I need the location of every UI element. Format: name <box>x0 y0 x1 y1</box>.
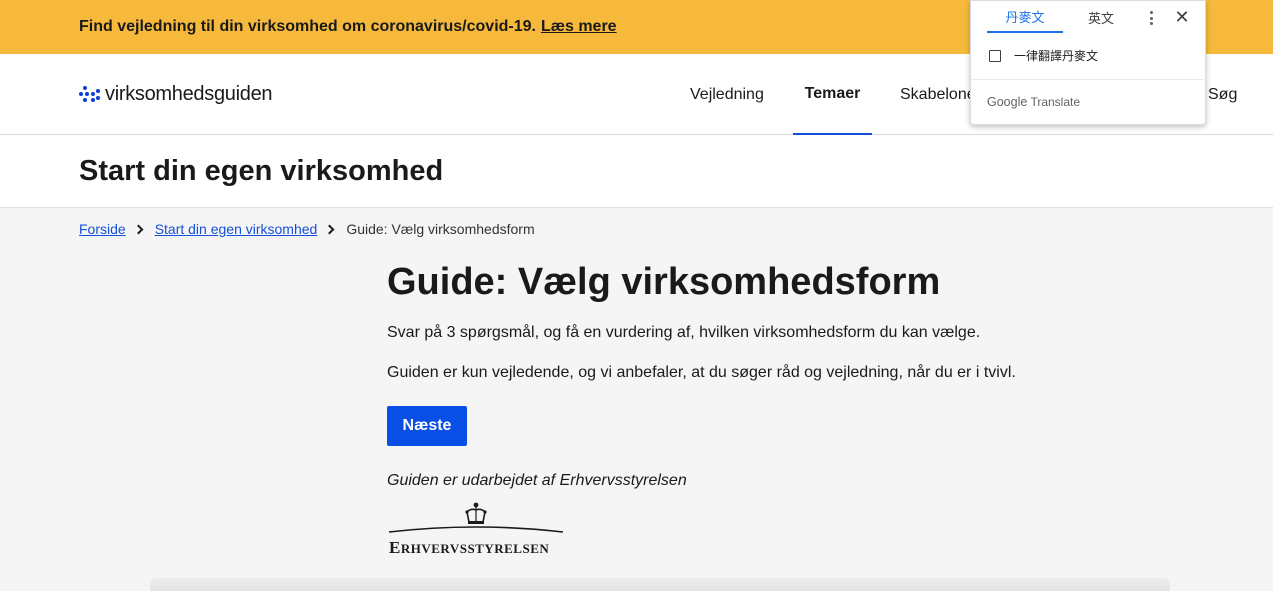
always-translate-label: 一律翻譯丹麥文 <box>1014 49 1099 63</box>
always-translate-option[interactable]: 一律翻譯丹麥文 <box>989 47 1098 64</box>
crown-icon <box>388 502 564 533</box>
always-translate-checkbox[interactable] <box>989 49 1001 62</box>
google-translate-brand: Google Translate <box>987 95 1080 109</box>
nav-item-temaer[interactable]: Temaer <box>793 54 872 135</box>
breadcrumb-start-virksomhed[interactable]: Start din egen virksomhed <box>155 221 318 237</box>
translate-tab-target[interactable]: 英文 <box>1063 1 1139 33</box>
site-logo[interactable]: virksomhedsguiden <box>79 83 273 106</box>
credit-text: Guiden er udarbejdet af Erhvervsstyrelse… <box>387 472 687 489</box>
nav-item-vejledning[interactable]: Vejledning <box>690 54 764 135</box>
next-button[interactable]: Næste <box>387 406 467 446</box>
translate-popup: 丹麥文 英文 ✕ 一律翻譯丹麥文 Google Translate <box>970 0 1207 125</box>
agency-name: ERHVERVSSTYRELSEN <box>389 538 550 557</box>
bottom-card-edge <box>150 578 1170 591</box>
translate-tab-source[interactable]: 丹麥文 <box>987 1 1063 33</box>
page-title: Start din egen virksomhed <box>79 155 444 187</box>
more-vert-icon[interactable] <box>1143 9 1159 27</box>
logo-dots-icon <box>79 85 101 104</box>
google-brand-text: Google <box>987 95 1028 109</box>
erhvervsstyrelsen-logo: ERHVERVSSTYRELSEN <box>387 500 565 557</box>
banner-read-more-link[interactable]: Læs mere <box>541 18 617 36</box>
disclaimer-paragraph: Guiden er kun vejledende, og vi anbefale… <box>387 364 1016 381</box>
main-content: Guide: Vælg virksomhedsform Svar på 3 sp… <box>387 256 1167 557</box>
chevron-right-icon <box>324 224 335 234</box>
breadcrumb-current: Guide: Vælg virksomhedsform <box>346 221 535 237</box>
translate-brand-text: Translate <box>1030 95 1081 109</box>
guide-heading: Guide: Vælg virksomhedsform <box>387 261 941 303</box>
intro-paragraph: Svar på 3 spørgsmål, og få en vurdering … <box>387 324 981 341</box>
nav-item-sog[interactable]: Søg <box>1208 54 1237 135</box>
chevron-right-icon <box>133 224 144 234</box>
breadcrumb: Forside Start din egen virksomhed Guide:… <box>79 221 535 237</box>
close-icon[interactable]: ✕ <box>1173 7 1191 27</box>
breadcrumb-forside[interactable]: Forside <box>79 221 126 237</box>
nav-item-skabeloner[interactable]: Skabelone <box>900 54 976 135</box>
banner-text: Find vejledning til din virksomhed om co… <box>79 18 536 35</box>
title-bar: Start din egen virksomhed <box>0 135 1273 208</box>
logo-text: virksomhedsguiden <box>105 83 273 105</box>
translate-divider <box>971 79 1207 80</box>
